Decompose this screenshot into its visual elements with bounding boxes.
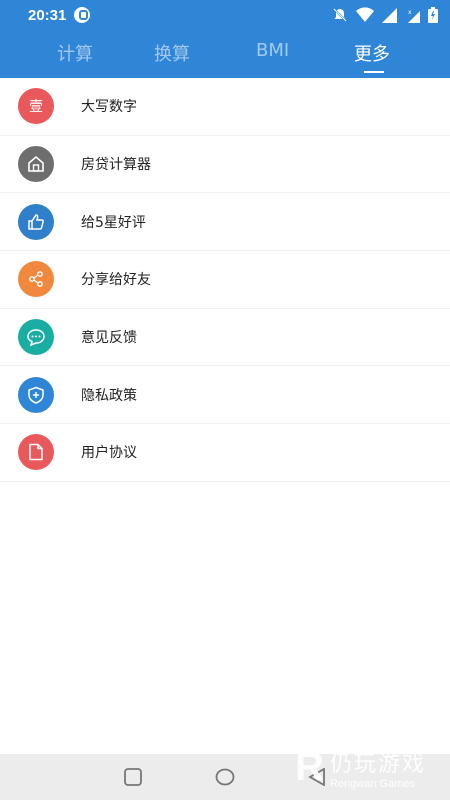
- battery-icon: [428, 7, 438, 23]
- app-notification-icon: [74, 7, 91, 23]
- uppercase-number-glyph: 壹: [29, 99, 43, 116]
- tab-more[interactable]: 更多: [354, 40, 390, 66]
- menu-item-label: 意见反馈: [81, 330, 137, 347]
- home-button[interactable]: [215, 768, 235, 790]
- share-icon: [18, 261, 54, 298]
- menu-item-label: 分享给好友: [81, 272, 151, 289]
- wifi-icon: [356, 7, 374, 23]
- document-icon: [18, 434, 54, 471]
- status-bar: 20:31 x: [0, 0, 450, 30]
- tab-bmi[interactable]: BMI: [256, 40, 289, 61]
- shield-icon: [18, 376, 54, 413]
- tab-calculate[interactable]: 计算: [57, 40, 93, 66]
- watermark: R 仍玩游戏 Rengwan Games: [295, 745, 426, 790]
- menu-item-label: 大写数字: [81, 99, 137, 116]
- status-time: 20:31: [28, 6, 67, 24]
- svg-text:x: x: [408, 9, 412, 16]
- thumbs-up-icon: [18, 203, 54, 240]
- menu-item-user-agreement[interactable]: 用户协议: [0, 424, 450, 482]
- menu-item-label: 用户协议: [81, 445, 137, 462]
- watermark-logo-icon: R: [295, 745, 324, 789]
- uppercase-number-icon: 壹: [18, 88, 54, 125]
- menu-item-label: 给5星好评: [81, 214, 146, 231]
- menu-item-uppercase-number[interactable]: 壹 大写数字: [0, 78, 450, 136]
- menu-item-rate-5-stars[interactable]: 给5星好评: [0, 193, 450, 252]
- system-navigation-bar: R 仍玩游戏 Rengwan Games: [0, 745, 450, 800]
- watermark-en: Rengwan Games: [329, 777, 415, 790]
- menu-item-share[interactable]: 分享给好友: [0, 251, 450, 309]
- tab-bar: 计算 换算 BMI 更多: [0, 30, 450, 78]
- house-icon: [18, 146, 54, 183]
- status-icons: x: [332, 7, 438, 23]
- no-signal-icon: x: [405, 8, 420, 23]
- menu-item-label: 房贷计算器: [81, 157, 151, 174]
- menu-item-feedback[interactable]: 意见反馈: [0, 309, 450, 367]
- active-tab-indicator: [364, 71, 384, 73]
- menu-item-mortgage-calculator[interactable]: 房贷计算器: [0, 136, 450, 194]
- recent-apps-button[interactable]: [124, 768, 142, 790]
- app-header: 20:31 x 计算 换算 BMI 更多: [0, 0, 450, 78]
- feedback-icon: [18, 319, 54, 356]
- menu-item-label: 隐私政策: [81, 387, 137, 404]
- watermark-text: 仍玩游戏 Rengwan Games: [330, 746, 426, 790]
- watermark-cn: 仍玩游戏: [329, 751, 426, 777]
- mute-icon: [332, 7, 348, 23]
- tab-convert[interactable]: 换算: [154, 40, 190, 66]
- menu-item-privacy-policy[interactable]: 隐私政策: [0, 366, 450, 425]
- signal-icon: [382, 7, 397, 23]
- more-menu-list: 壹 大写数字 房贷计算器 给5星好评 分享给好友 意见反馈 隐私政策 用户协议: [0, 78, 450, 482]
